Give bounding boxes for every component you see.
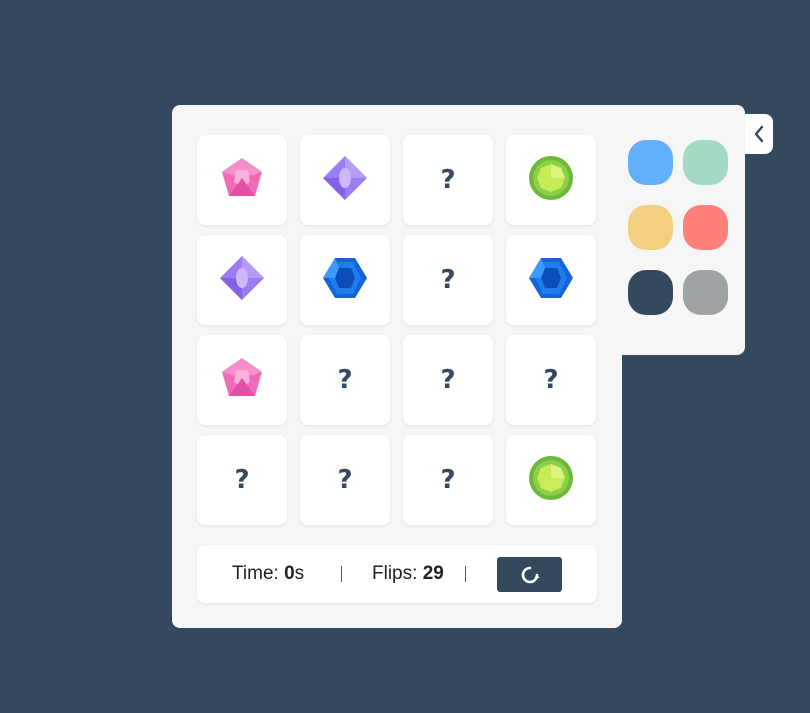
divider <box>341 566 342 582</box>
gem-blue-icon <box>527 254 575 306</box>
card-hidden-symbol: ? <box>543 365 559 395</box>
memory-card[interactable]: ? <box>403 335 493 425</box>
restart-icon <box>521 566 539 583</box>
memory-card[interactable]: ? <box>506 335 596 425</box>
memory-card[interactable]: ? <box>403 235 493 325</box>
flips-value: 29 <box>422 563 444 584</box>
theme-panel <box>612 105 745 355</box>
gem-pink-icon <box>218 354 266 406</box>
theme-swatch-yellow[interactable] <box>628 205 673 250</box>
card-hidden-symbol: ? <box>440 165 456 195</box>
memory-card[interactable] <box>197 135 287 225</box>
game-panel: ???????? Time: 0s Flips: 29 <box>172 105 622 628</box>
memory-card[interactable] <box>506 135 596 225</box>
chevron-left-icon <box>754 125 764 143</box>
divider <box>465 566 466 582</box>
memory-card[interactable]: ? <box>403 435 493 525</box>
card-grid: ???????? <box>197 135 596 525</box>
theme-swatch-gray[interactable] <box>683 270 728 315</box>
time-unit: s <box>294 563 305 584</box>
memory-card[interactable]: ? <box>403 135 493 225</box>
memory-card[interactable]: ? <box>300 335 390 425</box>
gem-green-icon <box>527 154 575 206</box>
memory-card[interactable] <box>300 235 390 325</box>
memory-card[interactable] <box>506 435 596 525</box>
memory-card[interactable]: ? <box>197 435 287 525</box>
time-value: 0 <box>284 563 295 584</box>
memory-card[interactable] <box>197 335 287 425</box>
memory-card[interactable]: ? <box>300 435 390 525</box>
time-display: Time: 0s <box>232 563 304 585</box>
card-hidden-symbol: ? <box>440 265 456 295</box>
flips-display: Flips: 29 <box>372 563 444 585</box>
card-hidden-symbol: ? <box>337 465 353 495</box>
card-hidden-symbol: ? <box>234 465 250 495</box>
gem-purple-icon <box>218 254 266 306</box>
gem-green-icon <box>527 454 575 506</box>
card-hidden-symbol: ? <box>440 465 456 495</box>
time-label: Time: <box>232 563 285 584</box>
status-bar: Time: 0s Flips: 29 <box>197 545 597 603</box>
memory-card[interactable] <box>197 235 287 325</box>
gem-purple-icon <box>321 154 369 206</box>
card-hidden-symbol: ? <box>440 365 456 395</box>
memory-card[interactable] <box>506 235 596 325</box>
gem-blue-icon <box>321 254 369 306</box>
memory-card[interactable] <box>300 135 390 225</box>
theme-swatch-red[interactable] <box>683 205 728 250</box>
flips-label: Flips: <box>372 563 423 584</box>
theme-swatch-mint[interactable] <box>683 140 728 185</box>
theme-toggle-button[interactable] <box>745 114 773 154</box>
gem-pink-icon <box>218 154 266 206</box>
theme-swatch-navy[interactable] <box>628 270 673 315</box>
restart-button[interactable] <box>497 557 562 592</box>
theme-swatch-blue[interactable] <box>628 140 673 185</box>
card-hidden-symbol: ? <box>337 365 353 395</box>
